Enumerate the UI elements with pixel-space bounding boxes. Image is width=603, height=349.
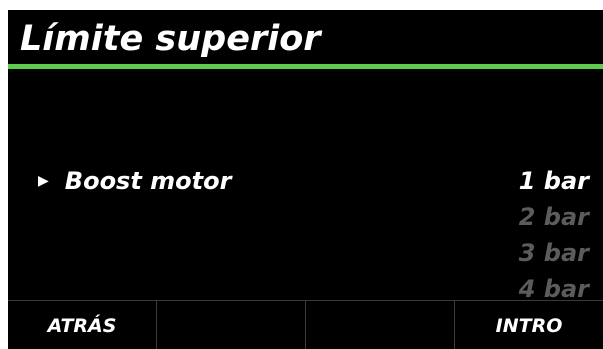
option-1-bar[interactable]: 1 bar <box>449 163 589 199</box>
softkey-2[interactable] <box>157 301 306 349</box>
page-title: Límite superior <box>20 19 321 59</box>
title-accent-line <box>8 64 603 69</box>
back-softkey[interactable]: ATRÁS <box>8 301 157 349</box>
limit-option-list: 1 bar 2 bar 3 bar 4 bar <box>449 163 589 300</box>
title-bar: Límite superior <box>8 10 603 65</box>
softkey-bar: ATRÁS INTRO <box>8 300 603 349</box>
boost-motor-setting[interactable]: ▶ Boost motor <box>38 163 231 199</box>
settings-content: ▶ Boost motor 1 bar 2 bar 3 bar 4 bar <box>8 70 603 300</box>
softkey-3[interactable] <box>306 301 455 349</box>
option-4-bar[interactable]: 4 bar <box>449 271 589 300</box>
enter-softkey[interactable]: INTRO <box>455 301 603 349</box>
setting-label: Boost motor <box>64 167 232 195</box>
right-triangle-arrow-icon: ▶ <box>38 173 49 189</box>
option-2-bar[interactable]: 2 bar <box>449 199 589 235</box>
option-3-bar[interactable]: 3 bar <box>449 235 589 271</box>
device-screen: Límite superior ▶ Boost motor 1 bar 2 ba… <box>8 10 603 349</box>
